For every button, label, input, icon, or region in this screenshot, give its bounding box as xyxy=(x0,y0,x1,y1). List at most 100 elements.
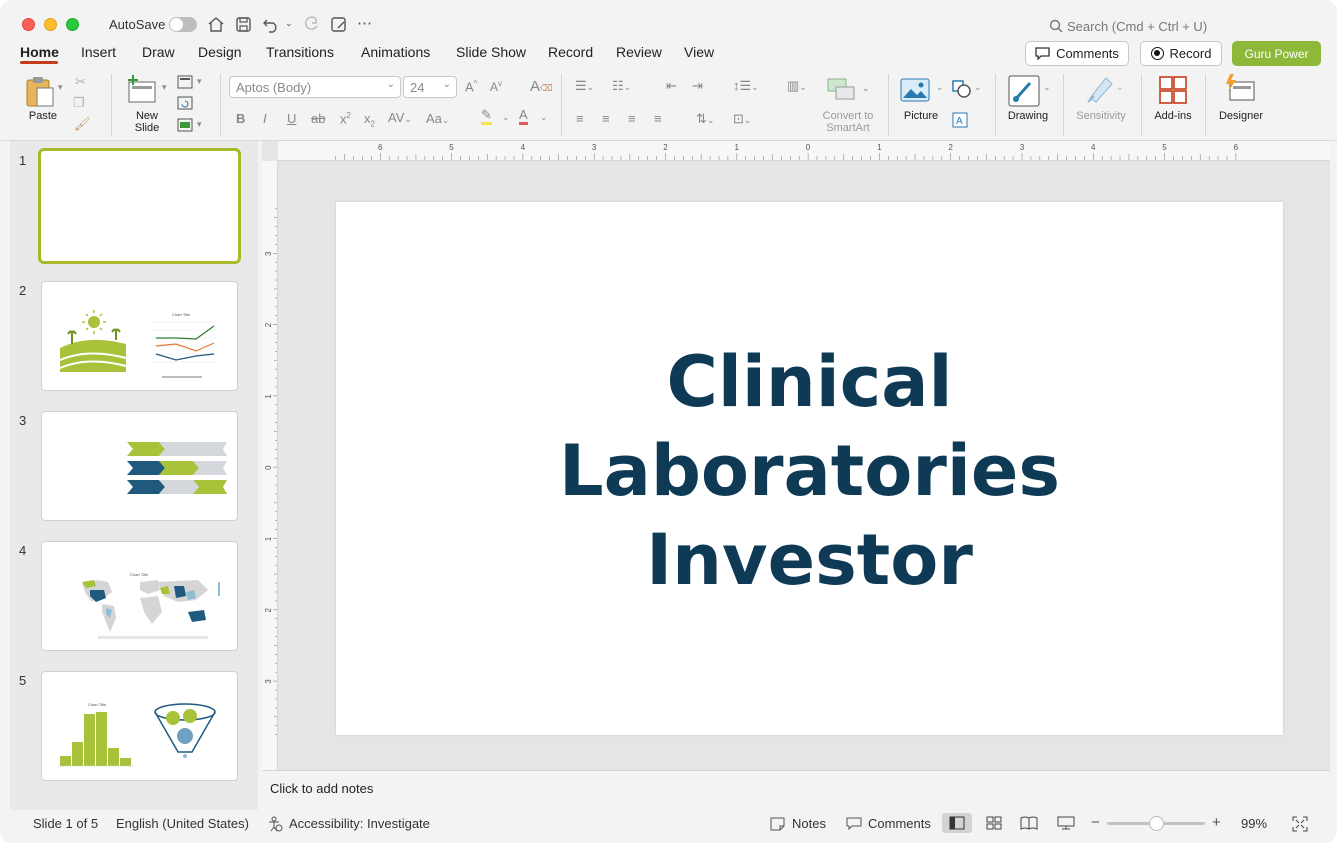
bold-icon[interactable]: B xyxy=(236,111,245,126)
slide-thumbnail-4[interactable]: Chart Title xyxy=(41,541,238,651)
tab-insert[interactable]: Insert xyxy=(81,44,116,60)
smartart-icon[interactable] xyxy=(826,76,858,102)
paste-dropdown-icon[interactable]: ▾ xyxy=(58,82,63,93)
save-icon[interactable] xyxy=(235,16,252,33)
minimize-window-button[interactable] xyxy=(44,18,57,31)
tab-review[interactable]: Review xyxy=(616,44,662,60)
section-icon[interactable] xyxy=(177,118,193,132)
slide-sorter-icon[interactable] xyxy=(986,816,1002,830)
fit-to-window-icon[interactable] xyxy=(1292,816,1308,832)
change-case-icon[interactable]: Aa⌄ xyxy=(426,111,449,126)
shapes-dropdown-icon[interactable]: ⌄ xyxy=(974,82,982,93)
tab-animations[interactable]: Animations xyxy=(361,44,430,60)
font-size-select[interactable]: 24 ⌄ xyxy=(403,76,457,98)
comments-toggle[interactable]: Comments xyxy=(868,816,931,831)
tab-record[interactable]: Record xyxy=(548,44,593,60)
undo-dropdown-icon[interactable]: ⌄ xyxy=(285,18,293,29)
sensitivity-icon[interactable] xyxy=(1086,74,1114,104)
italic-icon[interactable]: I xyxy=(263,111,267,126)
align-left-icon[interactable]: ≡ xyxy=(576,111,584,126)
more-icon[interactable]: ⋯ xyxy=(357,14,372,32)
guru-power-button[interactable]: Guru Power xyxy=(1232,41,1321,66)
decrease-font-icon[interactable]: Av xyxy=(490,79,502,94)
tab-home[interactable]: Home xyxy=(20,44,59,60)
subscript-icon[interactable]: x2 xyxy=(364,111,375,129)
redo-icon[interactable] xyxy=(302,16,320,33)
tab-transitions[interactable]: Transitions xyxy=(266,44,334,60)
slide-thumbnail-5[interactable]: Chart Title xyxy=(41,671,238,781)
font-color-icon[interactable]: A xyxy=(519,108,528,125)
zoom-in-icon[interactable]: + xyxy=(1212,814,1221,831)
underline-icon[interactable]: U xyxy=(287,111,296,126)
format-painter-icon[interactable]: 🖌 xyxy=(74,116,91,132)
decrease-indent-icon[interactable]: ⇤ xyxy=(666,78,677,94)
tab-draw[interactable]: Draw xyxy=(142,44,175,60)
zoom-window-button[interactable] xyxy=(66,18,79,31)
section-dropdown-icon[interactable]: ▾ xyxy=(197,119,202,130)
cut-icon[interactable]: ✂ xyxy=(75,74,86,90)
language-status[interactable]: English (United States) xyxy=(116,816,249,831)
notes-toggle[interactable]: Notes xyxy=(792,816,826,831)
notes-pane[interactable]: Click to add notes xyxy=(262,770,1330,810)
horizontal-ruler[interactable]: 6 5 4 3 2 1 0 1 2 3 4 5 6 xyxy=(278,141,1330,161)
accessibility-icon[interactable] xyxy=(267,816,283,832)
tab-design[interactable]: Design xyxy=(198,44,242,60)
numbering-icon[interactable]: ☷⌄ xyxy=(612,78,631,94)
columns-icon[interactable]: ▥⌄ xyxy=(787,78,807,94)
drawing-dropdown-icon[interactable]: ⌄ xyxy=(1043,82,1051,93)
close-window-button[interactable] xyxy=(22,18,35,31)
slide-thumbnail-3[interactable] xyxy=(41,411,238,521)
superscript-icon[interactable]: x2 xyxy=(340,111,351,126)
tab-slide-show[interactable]: Slide Show xyxy=(456,44,526,60)
new-slide-dropdown-icon[interactable]: ▾ xyxy=(162,82,167,93)
current-slide[interactable]: Clinical Laboratories Investor xyxy=(336,202,1283,735)
sensitivity-dropdown-icon[interactable]: ⌄ xyxy=(1116,82,1124,93)
justify-icon[interactable]: ≡ xyxy=(654,111,662,126)
new-slide-icon[interactable] xyxy=(126,75,158,103)
undo-icon[interactable] xyxy=(262,16,280,33)
slide-title[interactable]: Clinical Laboratories Investor xyxy=(336,338,1283,605)
slide-show-icon[interactable] xyxy=(1057,816,1075,830)
zoom-slider[interactable] xyxy=(1107,816,1205,831)
reading-view-icon[interactable] xyxy=(1020,816,1038,830)
font-name-select[interactable]: Aptos (Body) ⌄ xyxy=(229,76,401,98)
zoom-out-icon[interactable]: − xyxy=(1091,814,1100,831)
smartart-dropdown-icon[interactable]: ⌄ xyxy=(862,83,870,94)
text-direction-icon[interactable]: ⇅⌄ xyxy=(696,111,714,127)
search-input[interactable]: Search (Cmd + Ctrl + U) xyxy=(1067,19,1207,34)
align-text-icon[interactable]: ⊡⌄ xyxy=(733,111,751,127)
tab-view[interactable]: View xyxy=(684,44,714,60)
comments-button[interactable]: Comments xyxy=(1025,41,1129,66)
font-color-dropdown-icon[interactable]: ⌄ xyxy=(540,112,548,123)
paste-icon[interactable] xyxy=(24,76,60,108)
layout-icon[interactable] xyxy=(177,75,193,89)
clear-formatting-icon[interactable]: A⌫ xyxy=(530,78,553,95)
character-spacing-icon[interactable]: AV⌄ xyxy=(388,110,412,125)
slide-thumbnail-1[interactable] xyxy=(38,148,241,264)
normal-view-button[interactable] xyxy=(942,813,972,833)
record-button[interactable]: Record xyxy=(1140,41,1222,66)
accessibility-status[interactable]: Accessibility: Investigate xyxy=(289,816,430,831)
reset-icon[interactable] xyxy=(177,96,193,110)
increase-font-icon[interactable]: A^ xyxy=(465,79,477,94)
highlight-dropdown-icon[interactable]: ⌄ xyxy=(502,112,510,123)
bullets-icon[interactable]: ☰⌄ xyxy=(575,78,594,94)
zoom-level[interactable]: 99% xyxy=(1241,816,1267,831)
home-icon[interactable] xyxy=(207,16,225,33)
line-spacing-icon[interactable]: ↕☰⌄ xyxy=(733,78,759,94)
convert-smartart-label[interactable]: Convert to SmartArt xyxy=(815,110,881,134)
slide-thumbnail-2[interactable]: Chart Title xyxy=(41,281,238,391)
strikethrough-icon[interactable]: ab xyxy=(311,111,325,126)
drawing-icon[interactable] xyxy=(1008,75,1040,107)
copy-icon[interactable]: ❐ xyxy=(73,95,85,111)
vertical-ruler[interactable]: 3 2 1 0 1 2 3 xyxy=(262,161,278,770)
designer-icon[interactable] xyxy=(1224,74,1256,104)
layout-dropdown-icon[interactable]: ▾ xyxy=(197,76,202,87)
text-box-icon[interactable]: A xyxy=(952,112,968,128)
align-right-icon[interactable]: ≡ xyxy=(628,111,636,126)
save-as-icon[interactable] xyxy=(330,16,348,33)
sensitivity-label[interactable]: Sensitivity xyxy=(1070,110,1132,122)
align-center-icon[interactable]: ≡ xyxy=(602,111,610,126)
highlight-icon[interactable]: ✎ xyxy=(481,108,492,125)
picture-icon[interactable] xyxy=(900,78,930,102)
